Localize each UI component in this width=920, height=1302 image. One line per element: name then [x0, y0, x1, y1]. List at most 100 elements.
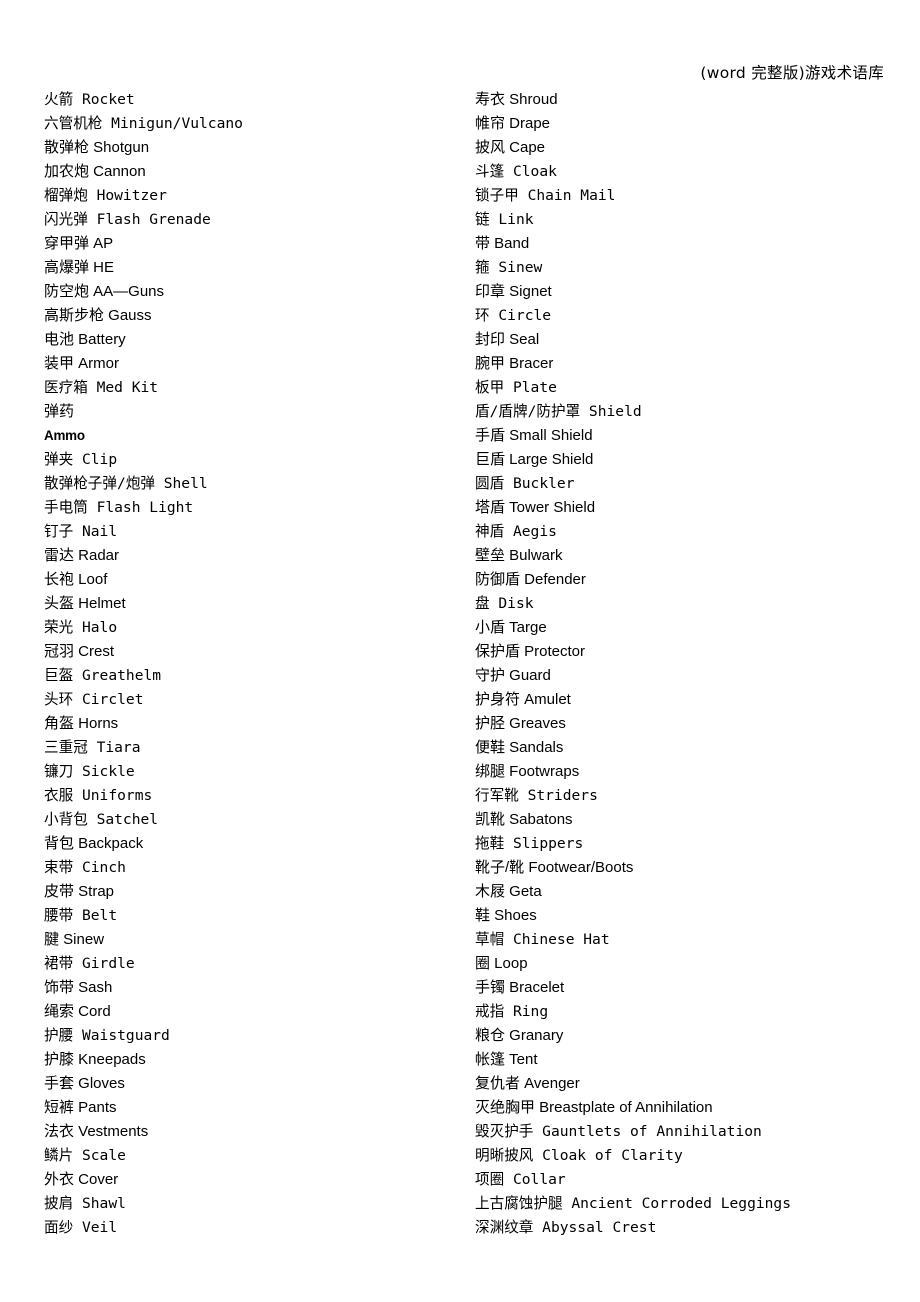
glossary-entry: 饰带 Sash: [44, 979, 113, 996]
glossary-entry: 塔盾 Tower Shield: [475, 499, 596, 516]
glossary-entry: 巨盔 Greathelm: [44, 667, 162, 684]
glossary-entry: 衣服 Uniforms: [44, 787, 153, 804]
glossary-entry: 鞋 Shoes: [475, 907, 537, 924]
glossary-entry: 散弹枪子弹/炮弹 Shell: [44, 475, 208, 492]
glossary-entry: 深渊纹章 Abyssal Crest: [475, 1219, 657, 1236]
glossary-entry: 头盔 Helmet: [44, 595, 126, 612]
glossary-entry: 背包 Backpack: [44, 835, 144, 852]
glossary-entry: 巨盾 Large Shield: [475, 451, 594, 468]
glossary-entry: 鳞片 Scale: [44, 1147, 126, 1164]
glossary-entry: 裙带 Girdle: [44, 955, 135, 972]
glossary-entry: 绑腿 Footwraps: [475, 763, 580, 780]
glossary-entry: 小盾 Targe: [475, 619, 547, 636]
glossary-entry: 寿衣 Shroud: [475, 91, 558, 108]
glossary-entry: 小背包 Satchel: [44, 811, 159, 828]
glossary-entry: 医疗箱 Med Kit: [44, 379, 159, 396]
glossary-entry: 三重冠 Tiara: [44, 739, 141, 756]
glossary-entry: 锁子甲 Chain Mail: [475, 187, 616, 204]
glossary-entry: 手套 Gloves: [44, 1075, 125, 1092]
glossary-entry: 手镯 Bracelet: [475, 979, 565, 996]
glossary-entry: 明晰披风 Cloak of Clarity: [475, 1147, 683, 1164]
glossary-entry: 束带 Cinch: [44, 859, 126, 876]
glossary-entry: 外衣 Cover: [44, 1171, 119, 1188]
glossary-entry: 凯靴 Sabatons: [475, 811, 573, 828]
glossary-entry: 披风 Cape: [475, 139, 546, 156]
glossary-entry: 护身符 Amulet: [475, 691, 571, 708]
glossary-entry: 拖鞋 Slippers: [475, 835, 584, 852]
glossary-entry: 短裤 Pants: [44, 1099, 117, 1116]
glossary-entry: 靴子/靴 Footwear/Boots: [475, 859, 634, 876]
glossary-column-right: 寿衣 Shroud 帷帘 Drape 披风 Cape 斗篷 Cloak 锁子甲 Chai…: [475, 88, 905, 1240]
document-page: (word 完整版)游戏术语库 火箭 Rocket 六管机枪 Minigun/Vu…: [0, 0, 920, 1302]
glossary-entry: 闪光弹 Flash Grenade: [44, 211, 211, 228]
glossary-entry: 腰带 Belt: [44, 907, 118, 924]
glossary-entry: 装甲 Armor: [44, 355, 120, 372]
glossary-entry: 神盾 Aegis: [475, 523, 557, 540]
glossary-entry: 防空炮 AA—Guns: [44, 283, 165, 300]
glossary-entry: 箍 Sinew: [475, 259, 543, 276]
glossary-entry: 榴弹炮 Howitzer: [44, 187, 167, 204]
glossary-entry: 火箭 Rocket: [44, 91, 135, 108]
glossary-entry: 散弹枪 Shotgun: [44, 139, 150, 156]
glossary-entry: 防御盾 Defender: [475, 571, 586, 588]
glossary-entry: 灭绝胸甲 Breastplate of Annihilation: [475, 1099, 713, 1116]
glossary-entry: 头环 Circlet: [44, 691, 144, 708]
glossary-entry: 保护盾 Protector: [475, 643, 586, 660]
glossary-entry: 法衣 Vestments: [44, 1123, 149, 1140]
glossary-entry: 披肩 Shawl: [44, 1195, 126, 1212]
glossary-entry: 手电筒 Flash Light: [44, 499, 194, 516]
glossary-entry: 护腰 Waistguard: [44, 1027, 170, 1044]
glossary-entry: 长袍 Loof: [44, 571, 108, 588]
glossary-entry: 带 Band: [475, 235, 530, 252]
glossary-entry: 绳索 Cord: [44, 1003, 111, 1020]
glossary-entry: 手盾 Small Shield: [475, 427, 593, 444]
glossary-entry: 便鞋 Sandals: [475, 739, 564, 756]
glossary-entry: 斗篷 Cloak: [475, 163, 557, 180]
glossary-entry: 印章 Signet: [475, 283, 552, 300]
glossary-entry: 弹药: [44, 403, 75, 420]
glossary-entry: 钉子 Nail: [44, 523, 118, 540]
glossary-entry: 圈 Loop: [475, 955, 528, 972]
glossary-entry: Ammo: [44, 428, 85, 443]
glossary-entry: 粮仓 Granary: [475, 1027, 564, 1044]
glossary-entry: 盘 Disk: [475, 595, 534, 612]
glossary-column-left: 火箭 Rocket 六管机枪 Minigun/Vulcano 散弹枪 Shotgun…: [44, 88, 464, 1240]
glossary-entry: 面纱 Veil: [44, 1219, 118, 1236]
glossary-entry: 项圈 Collar: [475, 1171, 566, 1188]
glossary-entry: 弹夹 Clip: [44, 451, 118, 468]
glossary-entry: 行军靴 Striders: [475, 787, 598, 804]
glossary-entry: 腱 Sinew: [44, 931, 105, 948]
glossary-entry: 荣光 Halo: [44, 619, 118, 636]
glossary-entry: 盾/盾牌/防护罩 Shield: [475, 403, 642, 420]
glossary-entry: 穿甲弹 AP: [44, 235, 114, 252]
glossary-entry: 腕甲 Bracer: [475, 355, 554, 372]
glossary-entry: 帷帘 Drape: [475, 115, 551, 132]
glossary-entry: 草帽 Chinese Hat: [475, 931, 610, 948]
glossary-entry: 戒指 Ring: [475, 1003, 549, 1020]
glossary-entry: 雷达 Radar: [44, 547, 120, 564]
glossary-entry: 上古腐蚀护腿 Ancient Corroded Leggings: [475, 1195, 792, 1212]
glossary-entry: 护膝 Kneepads: [44, 1051, 146, 1068]
document-header-title: (word 完整版)游戏术语库: [700, 64, 884, 82]
glossary-entry: 壁垒 Bulwark: [475, 547, 563, 564]
glossary-entry: 板甲 Plate: [475, 379, 557, 396]
glossary-entry: 复仇者 Avenger: [475, 1075, 580, 1092]
glossary-entry: 毁灭护手 Gauntlets of Annihilation: [475, 1123, 762, 1140]
glossary-entry: 皮带 Strap: [44, 883, 115, 900]
glossary-entry: 封印 Seal: [475, 331, 540, 348]
glossary-entry: 高爆弹 HE: [44, 259, 115, 276]
glossary-entry: 帐篷 Tent: [475, 1051, 538, 1068]
glossary-entry: 守护 Guard: [475, 667, 551, 684]
glossary-entry: 加农炮 Cannon: [44, 163, 146, 180]
glossary-entry: 高斯步枪 Gauss: [44, 307, 152, 324]
glossary-entry: 环 Circle: [475, 307, 552, 324]
glossary-entry: 护胫 Greaves: [475, 715, 566, 732]
glossary-entry: 镰刀 Sickle: [44, 763, 135, 780]
glossary-entry: 木屐 Geta: [475, 883, 542, 900]
glossary-entry: 角盔 Horns: [44, 715, 119, 732]
glossary-entry: 电池 Battery: [44, 331, 126, 348]
glossary-entry: 六管机枪 Minigun/Vulcano: [44, 115, 243, 132]
glossary-entry: 圆盾 Buckler: [475, 475, 575, 492]
glossary-entry: 链 Link: [475, 211, 534, 228]
glossary-entry: 冠羽 Crest: [44, 643, 115, 660]
